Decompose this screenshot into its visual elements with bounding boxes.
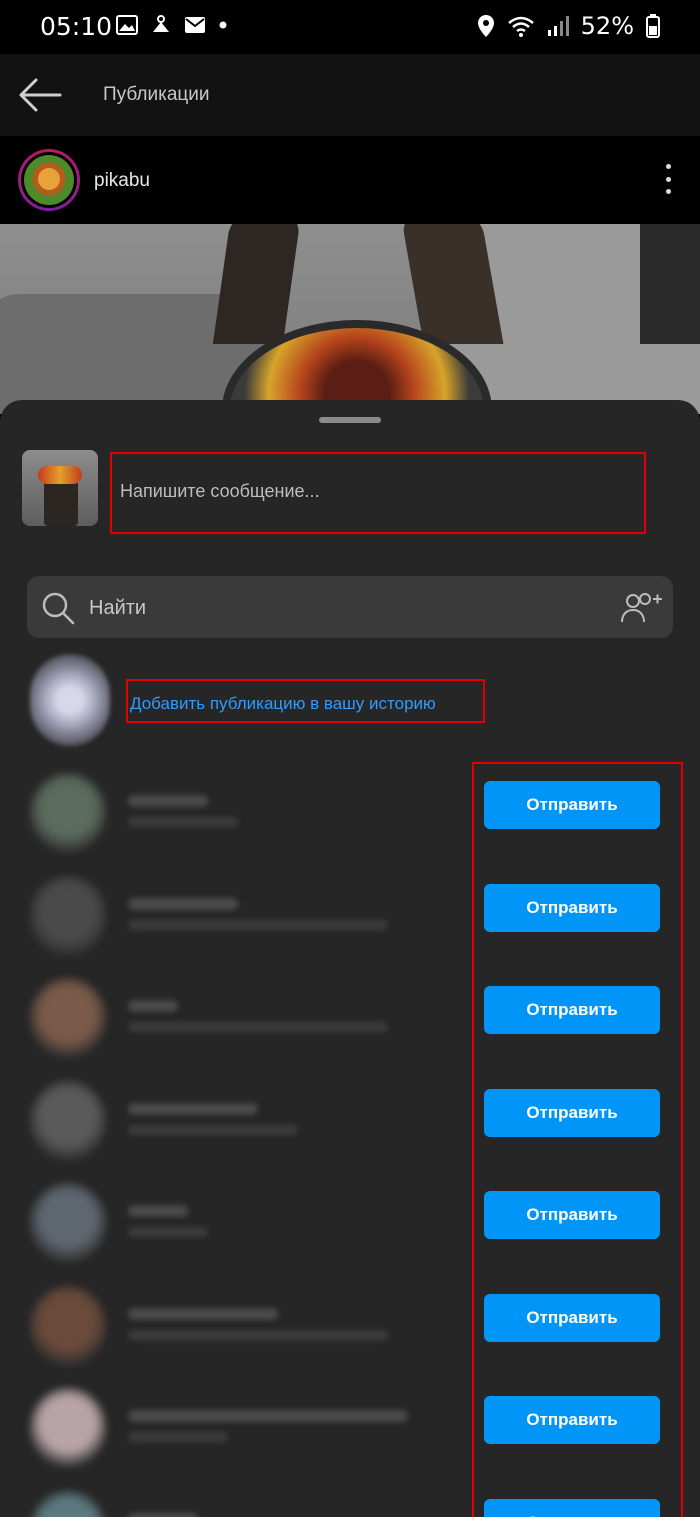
mail-icon [185,17,205,33]
send-button[interactable]: Отправить [484,883,660,932]
image-icon [116,15,138,35]
send-button[interactable]: Отправить [484,1191,660,1239]
post-image [0,224,700,414]
location-icon [477,15,494,37]
post-avatar[interactable] [18,149,80,211]
contact-name-blurred [128,1410,408,1422]
share-sheet: Добавить публикацию в вашу историю Отпра… [0,400,700,1517]
page-title: Публикации [103,84,210,105]
battery-level: 52% [580,12,634,40]
send-button[interactable]: Отправить [484,986,660,1034]
avatar [30,773,106,853]
contact-subtitle-blurred [128,1329,388,1340]
list-item[interactable]: Отправить [0,1175,700,1275]
contact-subtitle-blurred [128,1022,388,1032]
contact-name-blurred [128,1307,278,1320]
post-username[interactable]: pikabu [94,170,150,192]
post-header: pikabu [0,136,700,224]
avatar [30,875,106,956]
avatar [30,1080,106,1161]
contact-name-blurred [128,1205,188,1217]
list-item[interactable]: Отправить [0,1483,700,1517]
arrow-left-icon [19,78,62,112]
add-to-story-link[interactable]: Добавить публикацию в вашу историю [130,694,436,714]
list-item[interactable]: Отправить [0,765,700,865]
avatar [30,978,106,1058]
contact-subtitle-blurred [128,1124,298,1135]
list-item[interactable]: Отправить [0,1380,700,1480]
add-to-story-row[interactable]: Добавить публикацию в вашу историю [22,652,682,748]
post-thumbnail [22,450,98,526]
list-item[interactable]: Отправить [0,970,700,1070]
contact-subtitle-blurred [128,817,238,827]
contact-name-blurred [128,897,238,910]
search-icon [42,592,75,625]
send-button[interactable]: Отправить [484,1293,660,1342]
wifi-icon [507,16,534,37]
list-item[interactable]: Отправить [0,868,700,968]
avatar [24,155,74,205]
status-bar: 05:10 52% [0,0,700,54]
message-input[interactable] [120,476,560,506]
list-item[interactable]: Отправить [0,1073,700,1173]
contact-subtitle-blurred [128,919,388,930]
battery-icon [646,14,660,38]
story-avatar [30,654,110,746]
send-button[interactable]: Отправить [484,1396,660,1444]
contact-name-blurred [128,1512,198,1517]
contact-subtitle-blurred [128,1432,228,1442]
search-input[interactable] [89,593,589,623]
app-header: Публикации [0,54,700,136]
signal-icon [547,16,569,36]
list-item[interactable]: Отправить [0,1278,700,1378]
contact-subtitle-blurred [128,1227,208,1237]
search-bar [27,576,673,638]
add-people-icon[interactable] [619,590,663,626]
contact-name-blurred [128,1000,178,1012]
contact-name-blurred [128,1102,258,1115]
avatar [30,1490,106,1517]
send-button[interactable]: Отправить [484,1498,660,1517]
more-vertical-icon[interactable] [666,164,672,194]
send-button[interactable]: Отправить [484,781,660,829]
dot-icon [219,21,227,29]
avatar [30,1285,106,1366]
hanger-icon [153,15,169,32]
status-time: 05:10 [40,12,113,41]
sheet-drag-handle[interactable] [319,417,381,423]
back-button[interactable] [18,76,62,114]
contact-name-blurred [128,795,208,807]
avatar [30,1388,106,1468]
send-button[interactable]: Отправить [484,1088,660,1137]
avatar [30,1183,106,1263]
